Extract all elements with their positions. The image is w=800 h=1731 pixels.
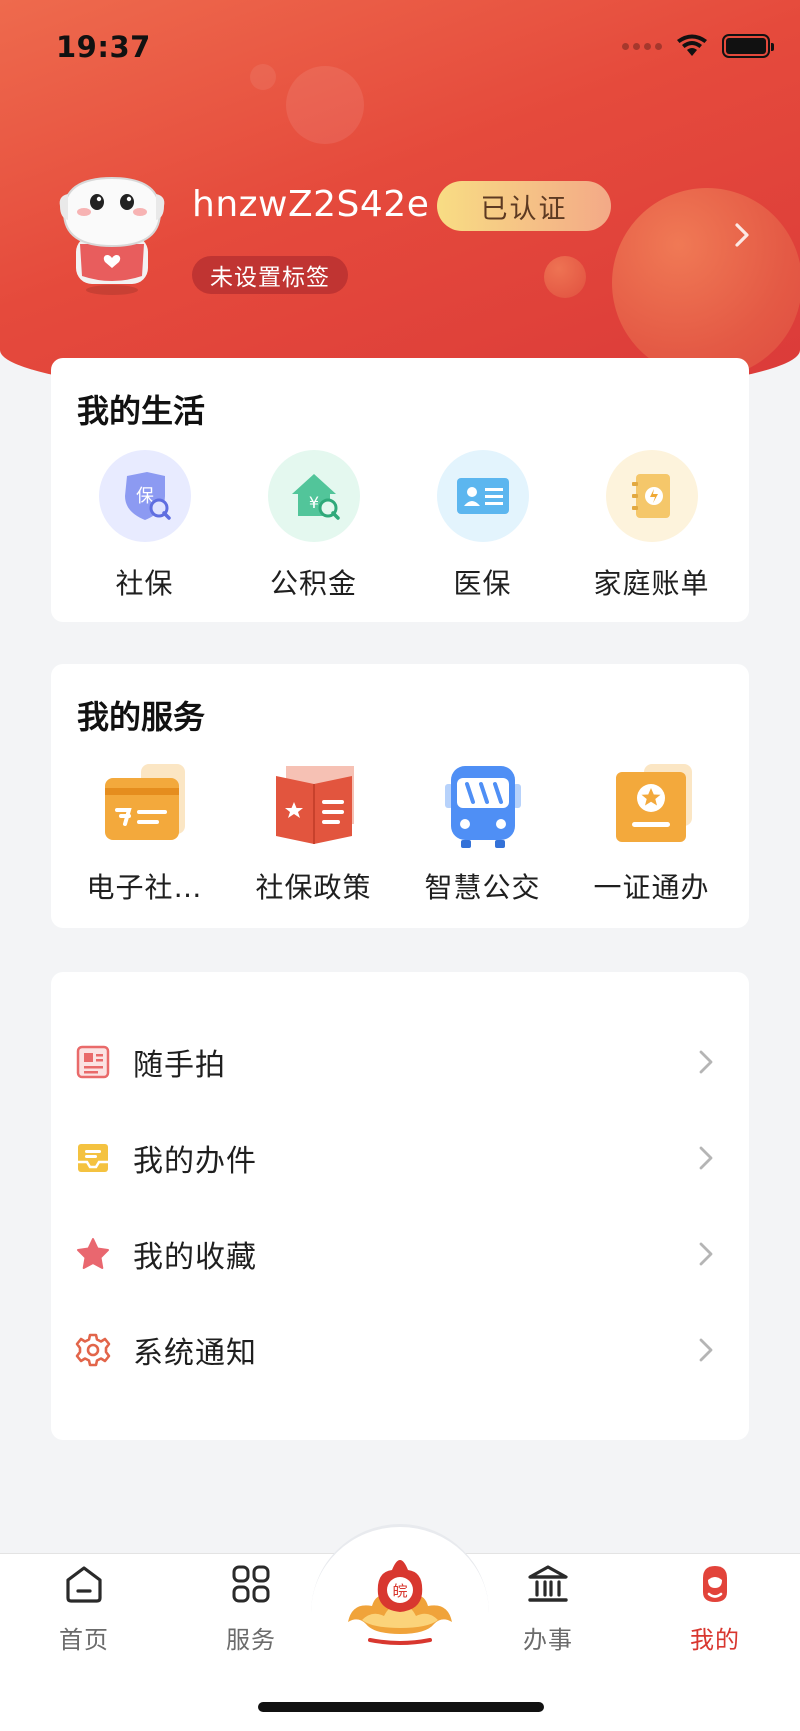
menu-item-notifications[interactable]: 系统通知 [51, 1302, 749, 1398]
service-item-smart-bus[interactable]: 智慧公交 [398, 762, 567, 906]
tab-label: 我的 [690, 1626, 740, 1654]
grid-icon [232, 1565, 270, 1603]
gear-icon [75, 1333, 111, 1367]
life-item-label: 家庭账单 [593, 567, 710, 600]
service-item-label: 社保政策 [255, 871, 372, 904]
username: hnzwZ2S42e [192, 184, 430, 225]
chevron-right-icon [699, 1338, 713, 1362]
menu-item-favorites[interactable]: 我的收藏 [51, 1206, 749, 1302]
my-life-card: 我的生活 保 社保 ¥ 公积金 医保 家庭账单 [51, 358, 749, 622]
service-item-label: 智慧公交 [424, 871, 541, 904]
life-item-label: 公积金 [269, 567, 357, 600]
chevron-right-icon [699, 1242, 713, 1266]
home-indicator [258, 1702, 544, 1712]
tab-affairs[interactable]: 办事 [488, 1562, 608, 1655]
my-life-grid: 保 社保 ¥ 公积金 医保 家庭账单 [51, 450, 749, 602]
photo-report-icon [76, 1045, 110, 1079]
menu-item-photo-report[interactable]: 随手拍 [51, 1014, 749, 1110]
housing-fund-icon: ¥ [267, 450, 360, 542]
menu-item-my-cases[interactable]: 我的办件 [51, 1110, 749, 1206]
life-item-social-security[interactable]: 保 社保 [60, 450, 229, 602]
menu-item-label: 随手拍 [133, 1048, 226, 1083]
life-item-medical-insurance[interactable]: 医保 [398, 450, 567, 602]
status-bar: 19:37 [0, 0, 800, 100]
family-bill-icon [605, 450, 698, 542]
chevron-right-icon [699, 1050, 713, 1074]
svg-text:皖: 皖 [392, 1582, 407, 1600]
life-item-label: 社保 [115, 567, 174, 600]
chevron-right-icon [699, 1146, 713, 1170]
star-icon [77, 1238, 109, 1269]
my-life-title: 我的生活 [77, 392, 206, 430]
bank-icon [528, 1565, 568, 1602]
life-item-family-bill[interactable]: 家庭账单 [567, 450, 736, 602]
tab-label: 首页 [59, 1626, 109, 1654]
tab-label: 办事 [523, 1626, 573, 1654]
status-icons [622, 34, 774, 58]
menu-item-label: 我的收藏 [133, 1240, 257, 1275]
verified-badge: 已认证 [437, 181, 611, 231]
life-item-label: 医保 [453, 567, 512, 600]
cellular-signal-icon [622, 42, 662, 50]
service-item-e-social-card[interactable]: 电子社… [60, 762, 229, 906]
life-item-housing-fund[interactable]: ¥ 公积金 [229, 450, 398, 602]
wifi-icon [677, 34, 707, 56]
tab-home[interactable]: 首页 [24, 1562, 144, 1655]
battery-icon [722, 34, 774, 58]
social-security-shield-icon: 保 [98, 450, 191, 542]
decorative-bubble [544, 256, 586, 298]
menu-list-card: 随手拍 我的办件 我的收藏 系统通知 [51, 972, 749, 1440]
policy-book-icon [275, 766, 354, 844]
chevron-right-icon[interactable] [730, 218, 754, 252]
my-services-title: 我的服务 [77, 698, 206, 736]
my-services-card: 我的服务 电子社… 社保政策 智慧公交 一证通办 [51, 664, 749, 928]
bus-icon [444, 766, 521, 848]
svg-text:¥: ¥ [308, 493, 318, 512]
medical-insurance-card-icon [436, 450, 529, 542]
service-item-label: 电子社… [86, 871, 203, 904]
service-item-label: 一证通办 [593, 871, 710, 904]
service-item-one-certificate[interactable]: 一证通办 [567, 762, 736, 906]
inbox-icon [78, 1144, 108, 1172]
user-avatar[interactable] [54, 172, 170, 296]
decorative-bubble [612, 188, 800, 378]
status-time: 19:37 [56, 30, 151, 64]
service-item-policy[interactable]: 社保政策 [229, 762, 398, 906]
menu-item-label: 系统通知 [133, 1336, 257, 1371]
tab-mine[interactable]: 我的 [655, 1562, 775, 1655]
tab-services[interactable]: 服务 [191, 1562, 311, 1655]
home-icon [66, 1566, 102, 1603]
app-logo-icon[interactable]: 皖 [342, 1558, 458, 1648]
profile-mascot-icon [703, 1566, 727, 1602]
e-social-security-card-icon [104, 764, 185, 840]
tag-chip[interactable]: 未设置标签 [192, 256, 348, 294]
certificate-icon [615, 764, 692, 842]
my-services-grid: 电子社… 社保政策 智慧公交 一证通办 [51, 762, 749, 906]
menu-item-label: 我的办件 [133, 1144, 257, 1179]
tab-label: 服务 [226, 1626, 276, 1654]
